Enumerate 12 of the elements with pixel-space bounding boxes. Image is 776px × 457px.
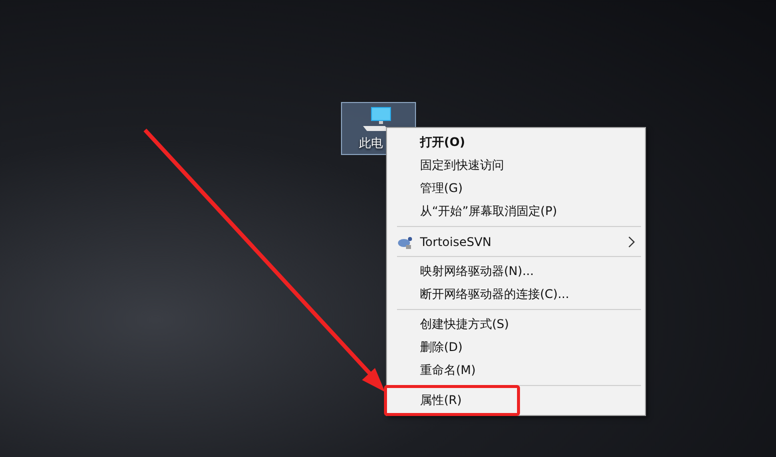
menu-item[interactable]: TortoiseSVN: [389, 230, 643, 253]
menu-item[interactable]: 创建快捷方式(S): [389, 313, 643, 336]
menu-item[interactable]: 删除(D): [389, 336, 643, 359]
menu-item[interactable]: 固定到快速访问: [389, 154, 643, 177]
menu-item[interactable]: 管理(G): [389, 177, 643, 200]
menu-item[interactable]: 属性(R): [389, 389, 643, 412]
menu-item[interactable]: 从“开始”屏幕取消固定(P): [389, 200, 643, 223]
menu-item[interactable]: 映射网络驱动器(N)...: [389, 260, 643, 283]
menu-item[interactable]: 断开网络驱动器的连接(C)...: [389, 283, 643, 306]
chevron-right-icon: [628, 236, 635, 248]
icon-label: 此电: [359, 135, 383, 152]
menu-item[interactable]: 重命名(M): [389, 359, 643, 382]
